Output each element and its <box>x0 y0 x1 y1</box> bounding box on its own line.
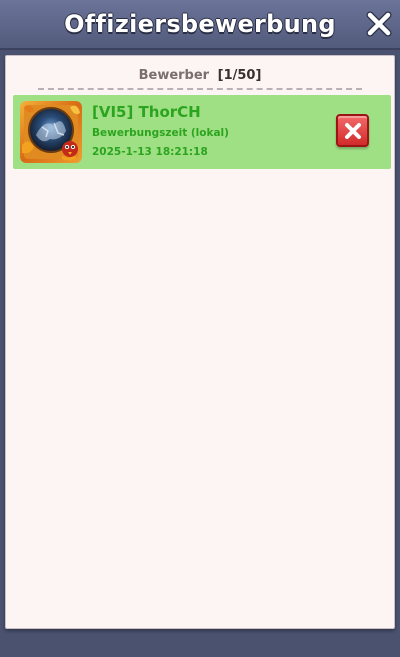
applicants-header: Bewerber [1/50] <box>6 68 394 83</box>
list-item[interactable]: [VI5] ThorCH Bewerbungszeit (lokal) 2025… <box>13 95 391 169</box>
applicants-count: [1/50] <box>217 68 262 83</box>
applications-panel: Bewerber [1/50] [VI5] ThorCH Bewerbungsz… <box>5 55 395 629</box>
close-icon[interactable] <box>366 11 392 37</box>
applicant-name: [VI5] ThorCH <box>92 103 201 121</box>
application-time-label: Bewerbungszeit (lokal) <box>92 127 229 139</box>
reject-x-icon <box>344 122 361 139</box>
title-bar: Offiziersbewerbung <box>0 0 400 50</box>
reject-button[interactable] <box>336 114 369 147</box>
applicants-label: Bewerber <box>138 68 210 83</box>
page-title: Offiziersbewerbung <box>64 10 336 38</box>
player-avatar[interactable] <box>20 101 82 163</box>
divider <box>38 88 362 90</box>
application-timestamp: 2025-1-13 18:21:18 <box>92 146 208 158</box>
